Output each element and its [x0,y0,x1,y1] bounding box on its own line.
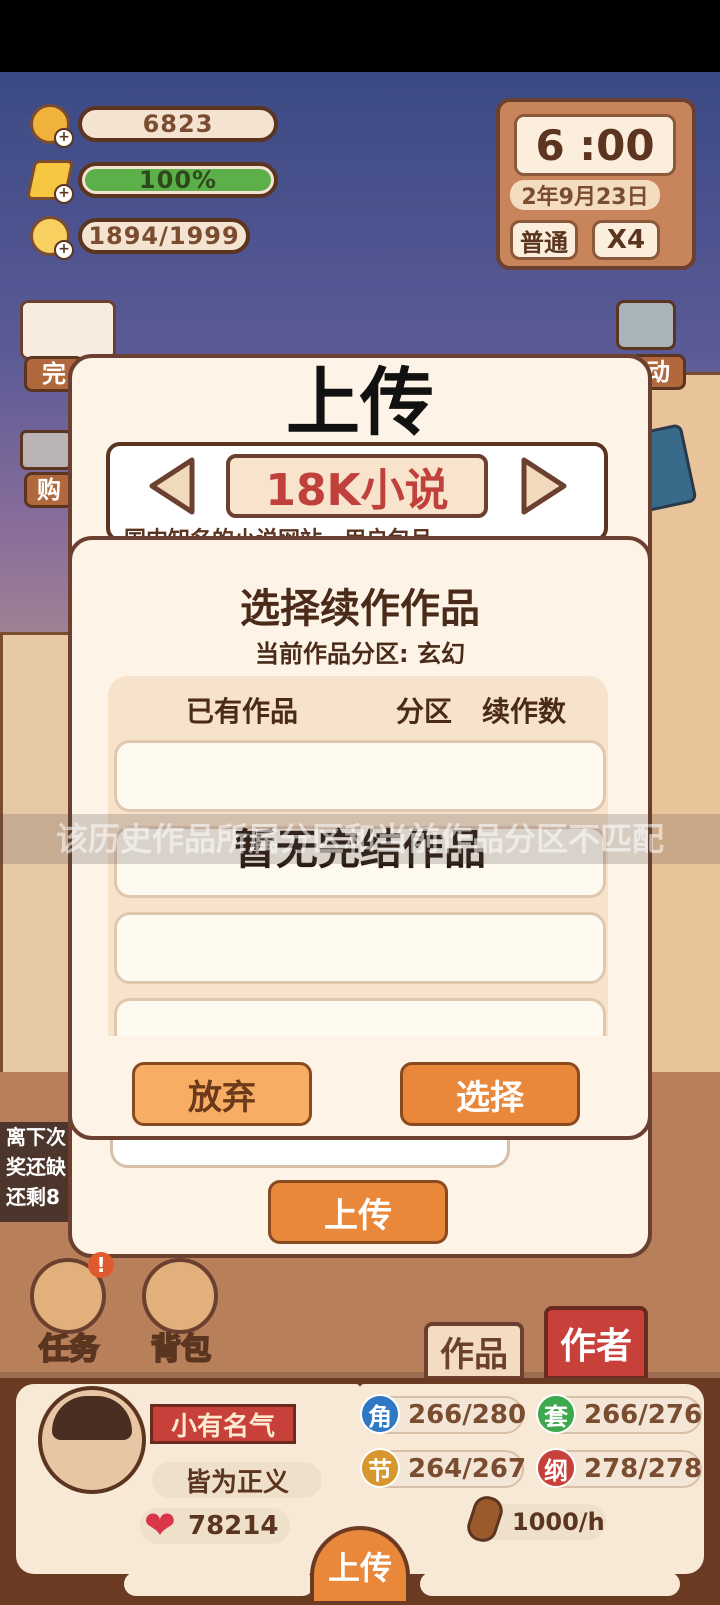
chevron-left-icon [149,457,195,515]
cancel-button[interactable]: 放弃 [132,1062,312,1126]
task-label: 任务 [38,1331,100,1368]
idea-value: 1894/1999 [88,222,240,250]
rate-value: 1000/h [512,1508,605,1536]
stat-jie-value: 264/267 [408,1454,527,1484]
player-name: 皆为正义 [152,1462,322,1498]
prev-platform-button[interactable] [146,456,196,516]
column-header-works: 已有作品 [186,695,299,728]
tab-works[interactable]: 作品 [424,1322,524,1380]
title-banner: 小有名气 [150,1404,296,1444]
clock-panel: 6 :00 2年9月23日 普通 X4 [496,98,696,270]
bottom-bar-right [420,1572,680,1596]
upload-dialog-title: 上传 [286,360,434,446]
chevron-right-icon [521,457,567,515]
notice-line-1: 离下次 [6,1125,66,1149]
notice-line-3: 还剩8 [6,1185,60,1209]
list-item[interactable] [114,912,606,984]
toast-message: 该历史作品所属分区和当前作品分区不匹配 [0,814,720,864]
add-gold-icon[interactable]: + [54,128,74,148]
platform-selector: 18K小说 国内知名的小说网站，用户包月 [106,442,608,542]
select-dialog-subtitle: 当前作品分区: 玄幻 [255,640,465,668]
notice-line-2: 奖还缺 [6,1155,66,1179]
heart-icon: ❤ [144,1503,176,1547]
gold-counter: 6823 [78,106,278,142]
reward-notice: 离下次 奖还缺 还剩8 [0,1122,70,1222]
alert-badge-icon: ! [88,1252,114,1278]
bottom-bar-left [124,1572,314,1596]
task-button[interactable]: ! 任务 [26,1252,114,1368]
energy-bar: 100% [78,162,278,198]
idea-counter: 1894/1999 [78,218,250,254]
bag-button[interactable]: 背包 [138,1258,224,1368]
list-item[interactable] [114,740,606,812]
book-icon [20,300,116,360]
status-bar [0,0,720,72]
add-energy-icon[interactable]: + [54,184,74,204]
add-idea-icon[interactable]: + [54,240,74,260]
stat-jiao-icon: 角 [360,1394,400,1434]
stat-tao-value: 266/276 [584,1400,703,1430]
clock-date: 2年9月23日 [510,180,660,210]
side-label-left-mid: 购 [24,472,74,508]
list-item[interactable] [114,998,606,1036]
next-platform-button[interactable] [520,456,570,516]
stat-gang-icon: 纲 [536,1448,576,1488]
profile-panel: 小有名气 皆为正义 78214 ❤ 266/280 角 266/276 套 26… [0,1378,720,1605]
stat-jiao-value: 266/280 [408,1400,527,1430]
stat-gang-value: 278/278 [584,1454,703,1484]
gold-value: 6823 [142,110,214,138]
select-dialog-title: 选择续作作品 [240,586,480,632]
speed-multiplier-button[interactable]: X4 [592,220,660,260]
select-button[interactable]: 选择 [400,1062,580,1126]
column-header-count: 续作数 [482,695,567,728]
speed-mode-button[interactable]: 普通 [510,220,578,260]
stat-tao-icon: 套 [536,1394,576,1434]
upload-button[interactable]: 上传 [268,1180,448,1244]
bag-label: 背包 [150,1331,212,1368]
basket-icon [20,430,72,470]
works-list[interactable] [72,740,648,1036]
energy-value: 100% [138,166,218,194]
tab-author[interactable]: 作者 [544,1306,648,1380]
column-header-section: 分区 [396,695,453,728]
platform-name: 18K小说 [226,454,488,518]
machine-icon [616,300,676,350]
avatar[interactable] [38,1386,146,1494]
avatar-hair [52,1396,132,1440]
hearts-value: 78214 [188,1511,279,1541]
clock-time: 6 :00 [514,114,676,176]
stat-jie-icon: 节 [360,1448,400,1488]
backpack-icon [142,1258,218,1334]
